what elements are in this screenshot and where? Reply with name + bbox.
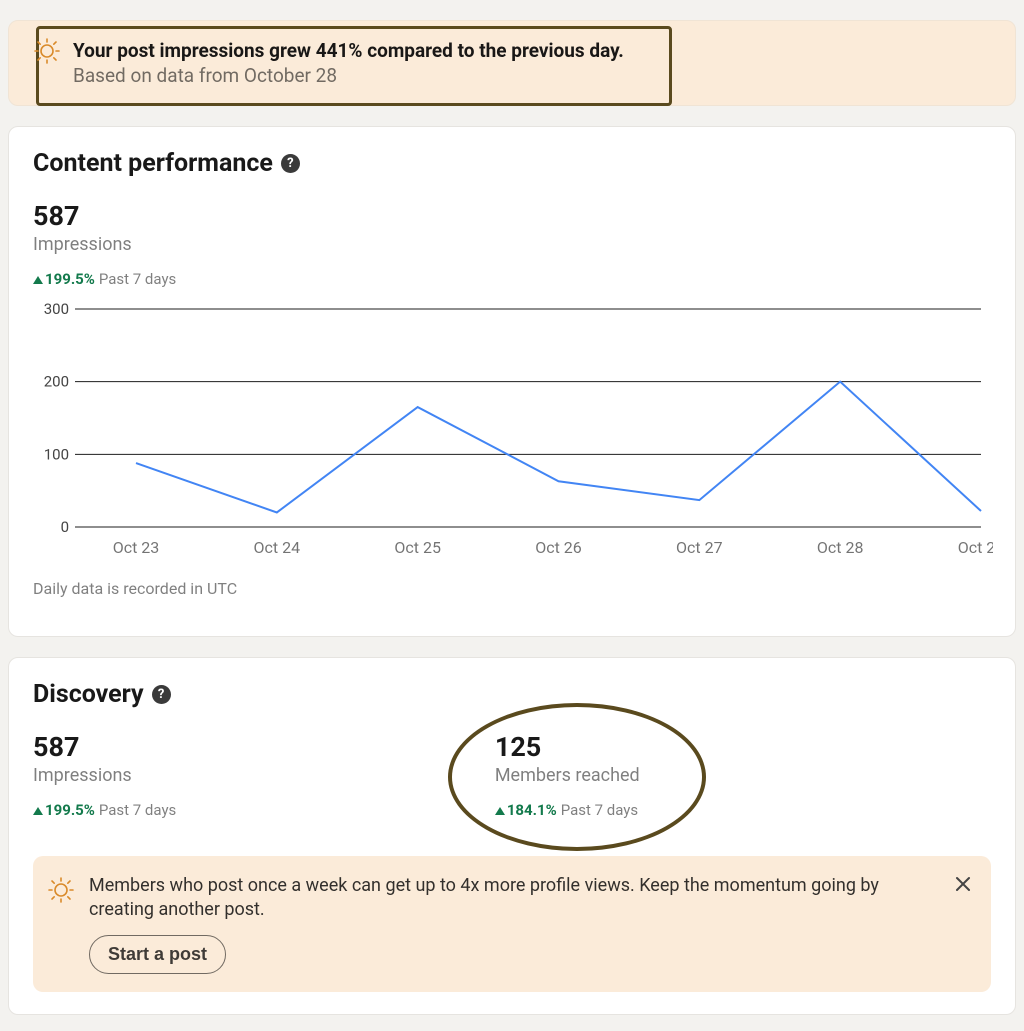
caret-up-icon bbox=[33, 807, 43, 815]
stat-trend-pct: 199.5% bbox=[45, 801, 95, 819]
svg-text:Oct 27: Oct 27 bbox=[676, 538, 723, 557]
stat-trend: 184.1%Past 7 days bbox=[495, 801, 955, 819]
svg-text:300: 300 bbox=[44, 303, 69, 318]
stat-value: 587 bbox=[33, 200, 991, 232]
close-icon[interactable] bbox=[949, 870, 977, 898]
stat-trend-period: Past 7 days bbox=[561, 801, 638, 819]
stat-trend: 199.5%Past 7 days bbox=[33, 801, 493, 819]
stat-value: 125 bbox=[495, 731, 955, 763]
stat-label: Members reached bbox=[495, 765, 955, 786]
tip-text: Members who post once a week can get up … bbox=[89, 874, 943, 923]
svg-text:Oct 26: Oct 26 bbox=[535, 538, 582, 557]
impressions-growth-banner: Your post impressions grew 441% compared… bbox=[8, 20, 1016, 106]
stat-label: Impressions bbox=[33, 234, 991, 255]
stat-value: 587 bbox=[33, 731, 493, 763]
help-icon[interactable]: ? bbox=[152, 685, 171, 704]
svg-text:Oct 29: Oct 29 bbox=[958, 538, 993, 557]
impressions-chart: 0 100 200 300 Oct 23 Oct 24 Oct 25 Oct 26 Oct 27… bbox=[33, 303, 991, 563]
svg-text:100: 100 bbox=[44, 445, 69, 463]
lightbulb-icon bbox=[33, 37, 61, 65]
section-title: Content performance bbox=[33, 149, 273, 178]
discovery-card: Discovery ? 587 Impressions 199.5%Past 7… bbox=[8, 657, 1016, 1015]
stat-trend-period: Past 7 days bbox=[99, 801, 176, 819]
svg-text:Oct 24: Oct 24 bbox=[254, 538, 301, 557]
stat-trend-pct: 184.1% bbox=[507, 801, 557, 819]
discovery-impressions-stat: 587 Impressions 199.5%Past 7 days bbox=[33, 731, 493, 834]
svg-text:Oct 25: Oct 25 bbox=[394, 538, 441, 557]
caret-up-icon bbox=[495, 807, 505, 815]
svg-text:200: 200 bbox=[44, 373, 69, 391]
stat-trend-period: Past 7 days bbox=[99, 270, 176, 288]
stat-trend-pct: 199.5% bbox=[45, 270, 95, 288]
start-a-post-button[interactable]: Start a post bbox=[89, 935, 226, 974]
content-performance-stat: 587 Impressions 199.5%Past 7 days bbox=[33, 200, 991, 288]
caret-up-icon bbox=[33, 276, 43, 284]
discovery-members-reached-stat: 125 Members reached 184.1%Past 7 days bbox=[493, 731, 955, 834]
content-performance-card: Content performance ? 587 Impressions 19… bbox=[8, 126, 1016, 637]
section-title: Discovery bbox=[33, 680, 144, 709]
svg-text:Oct 23: Oct 23 bbox=[113, 538, 160, 557]
svg-text:Oct 28: Oct 28 bbox=[817, 538, 864, 557]
help-icon[interactable]: ? bbox=[281, 154, 300, 173]
lightbulb-icon bbox=[47, 876, 75, 904]
banner-subtext: Based on data from October 28 bbox=[73, 64, 999, 87]
posting-tip-banner: Members who post once a week can get up … bbox=[33, 856, 991, 992]
chart-note: Daily data is recorded in UTC bbox=[33, 579, 991, 598]
svg-text:0: 0 bbox=[61, 518, 69, 536]
stat-label: Impressions bbox=[33, 765, 493, 786]
stat-trend: 199.5%Past 7 days bbox=[33, 270, 991, 288]
banner-headline: Your post impressions grew 441% compared… bbox=[73, 39, 999, 62]
